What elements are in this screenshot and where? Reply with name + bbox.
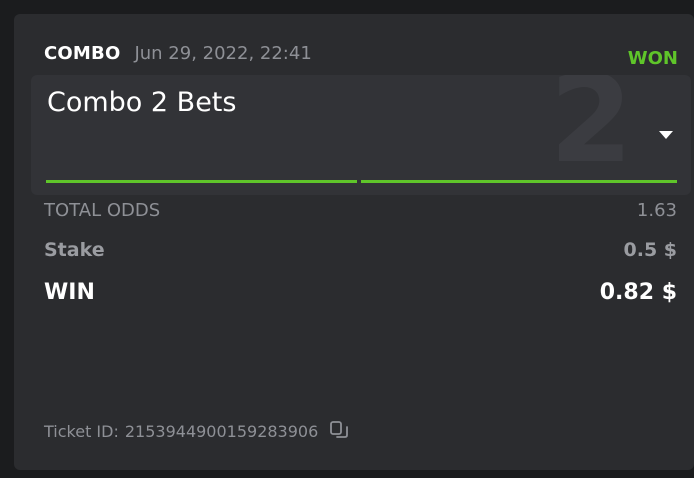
combo-selector[interactable]: 2 Combo 2 Bets	[31, 75, 691, 195]
win-label: WIN	[44, 280, 95, 305]
stake-value: 0.5 $	[623, 239, 678, 261]
copy-icon[interactable]	[328, 420, 350, 442]
total-odds-row: TOTAL ODDS 1.63	[44, 200, 677, 221]
ticket-id-label: Ticket ID:	[44, 421, 119, 441]
chevron-down-icon[interactable]	[659, 131, 673, 139]
total-odds-label: TOTAL ODDS	[44, 200, 161, 221]
combo-leg-1-progress	[46, 180, 357, 183]
combo-leg-2-progress	[361, 180, 677, 183]
bet-type-label: COMBO	[44, 43, 121, 64]
win-row: WIN 0.82 $	[44, 280, 677, 305]
combo-count-watermark: 2	[549, 75, 634, 190]
bet-date: Jun 29, 2022, 22:41	[134, 43, 312, 64]
status-badge: WON	[627, 48, 678, 69]
stake-row: Stake 0.5 $	[44, 239, 677, 261]
ticket-id-value: 2153944900159283906	[124, 421, 319, 441]
bet-header: COMBO Jun 29, 2022, 22:41	[44, 43, 312, 69]
win-value: 0.82 $	[599, 280, 677, 305]
stake-label: Stake	[44, 239, 105, 261]
combo-title: Combo 2 Bets	[47, 87, 237, 118]
total-odds-value: 1.63	[636, 200, 677, 221]
ticket-info: Ticket ID: 2153944900159283906	[44, 420, 350, 442]
bet-card: COMBO Jun 29, 2022, 22:41 WON 2 Combo 2 …	[14, 14, 694, 470]
